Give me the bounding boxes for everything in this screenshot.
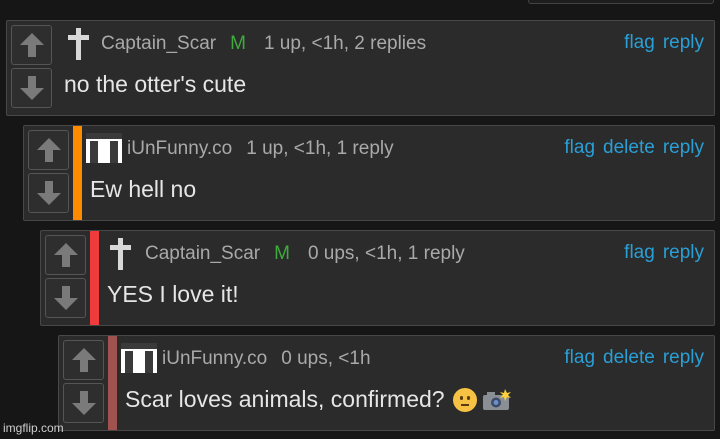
comment-meta: iUnFunny.co 1 up, <1h, 1 reply [127,137,394,161]
comment-text: no the otter's cute [64,71,247,97]
user-avatar[interactable] [86,133,122,163]
flag-link[interactable]: flag [564,137,595,159]
comment-actions: flag reply [624,32,704,54]
flag-link[interactable]: flag [624,242,655,264]
upvote-button[interactable] [45,235,86,275]
comment-meta: Captain_Scar M 1 up, <1h, 2 replies [101,32,426,56]
arch-avatar-icon [121,343,157,373]
arrow-up-icon [19,33,44,57]
comment-meta: iUnFunny.co 0 ups, <1h [162,347,371,371]
thread-level-bar [73,126,82,220]
arrow-down-icon [36,181,61,205]
vote-controls [59,336,109,430]
arch-avatar-icon [86,133,122,163]
comment-actions: flag reply [624,242,704,264]
comment: iUnFunny.co 1 up, <1h, 1 reply flag dele… [23,125,715,221]
comment-text-content: Scar loves animals, confirmed? [125,386,445,412]
comment-text: Ew hell no [90,176,197,202]
mod-badge: M [230,33,246,54]
username-link[interactable]: iUnFunny.co [162,348,267,370]
mod-badge: M [274,243,290,264]
username-link[interactable]: Captain_Scar [145,243,260,265]
comment-stats: 1 up, <1h, 2 replies [263,33,427,54]
comment-meta: Captain_Scar M 0 ups, <1h, 1 reply [145,242,465,266]
user-avatar[interactable] [67,28,91,60]
reply-link[interactable]: reply [663,32,704,54]
username-link[interactable]: iUnFunny.co [127,138,232,160]
delete-link[interactable]: delete [603,347,655,369]
upvote-button[interactable] [11,25,52,65]
comment-stats: 1 up, <1h, 1 reply [246,138,394,159]
previous-comment-edge [528,0,714,4]
camera-flash-emoji [482,388,511,410]
downvote-button[interactable] [11,68,52,108]
thread-level-bar [108,336,117,430]
cross-icon [110,238,131,270]
comment-stats: 0 ups, <1h [281,348,371,369]
comment-actions: flag delete reply [564,137,704,159]
user-avatar[interactable] [109,238,133,270]
thread-level-bar [90,231,99,325]
vote-controls [41,231,91,325]
downvote-button[interactable] [63,383,104,423]
arrow-down-icon [53,286,78,310]
reply-link[interactable]: reply [663,347,704,369]
upvote-button[interactable] [28,130,69,170]
reply-link[interactable]: reply [663,242,704,264]
arrow-up-icon [36,138,61,162]
reply-link[interactable]: reply [663,137,704,159]
comment-text: YES I love it! [107,281,239,307]
flag-link[interactable]: flag [564,347,595,369]
downvote-button[interactable] [45,278,86,318]
watermark-text: imgflip.com [3,421,64,435]
flag-link[interactable]: flag [624,32,655,54]
vote-controls [7,21,57,115]
comment-stats: 0 ups, <1h, 1 reply [307,243,465,264]
upvote-button[interactable] [63,340,104,380]
comment: iUnFunny.co 0 ups, <1h flag delete reply… [58,335,715,431]
cross-icon [68,28,89,60]
vote-controls [24,126,74,220]
arrow-up-icon [71,348,96,372]
comment-text: Scar loves animals, confirmed? [125,386,511,413]
username-link[interactable]: Captain_Scar [101,33,216,55]
arrow-down-icon [19,76,44,100]
delete-link[interactable]: delete [603,137,655,159]
comment: Captain_Scar M 0 ups, <1h, 1 reply flag … [40,230,715,326]
comment-actions: flag delete reply [564,347,704,369]
arrow-down-icon [71,391,96,415]
neutral-face-emoji [452,387,477,412]
arrow-up-icon [53,243,78,267]
downvote-button[interactable] [28,173,69,213]
user-avatar[interactable] [121,343,157,373]
comment: Captain_Scar M 1 up, <1h, 2 replies flag… [6,20,715,116]
